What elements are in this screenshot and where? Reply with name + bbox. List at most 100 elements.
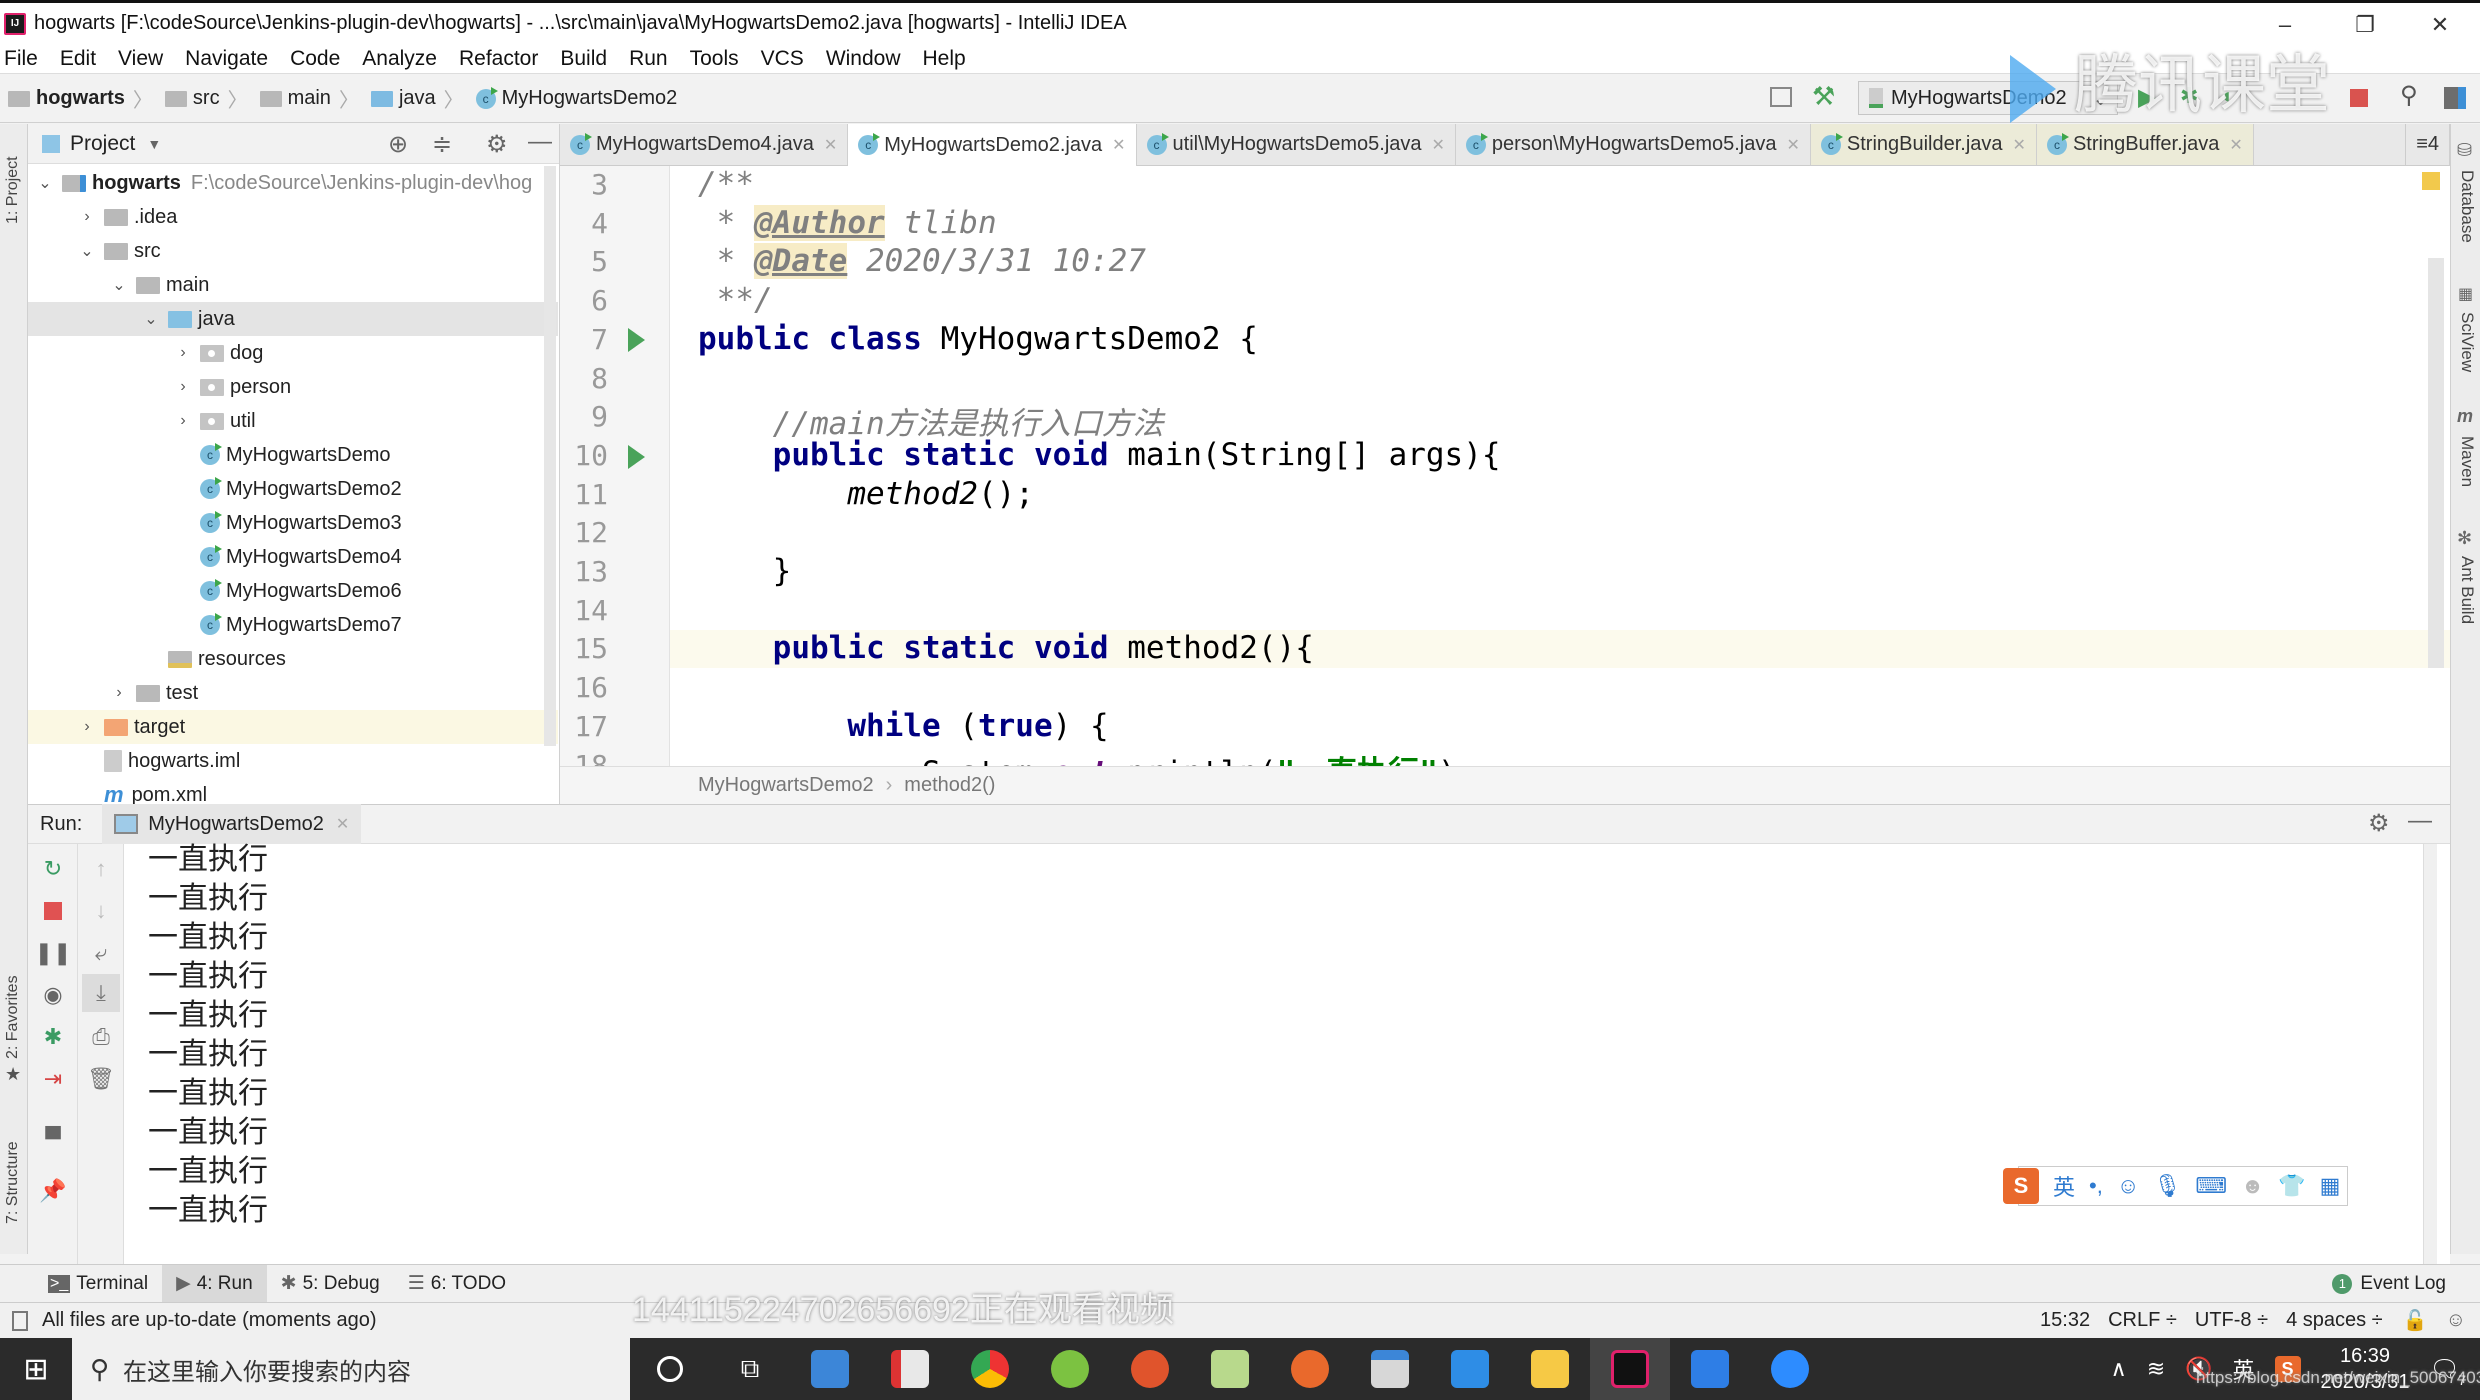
chevron-right-icon[interactable]: › [78,208,96,226]
chevron-down-icon[interactable]: ⌄ [110,275,128,295]
wifi-icon[interactable]: ≋ [2147,1356,2165,1382]
chrome-icon[interactable] [950,1338,1030,1400]
menu-navigate[interactable]: Navigate [185,47,268,71]
menu-refactor[interactable]: Refactor [459,47,538,71]
menu-build[interactable]: Build [560,47,607,71]
lock-icon[interactable]: 🔓 [2403,1308,2428,1333]
ime-toolbar[interactable]: S 英 •, ☺ 🎙 ⌨ ☻ 👕 ▦ [2003,1166,2348,1206]
breadcrumb-class[interactable]: c MyHogwartsDemo2 [475,86,677,110]
scroll-to-end-icon[interactable]: ⤓ [82,974,120,1012]
code-breadcrumb-class[interactable]: MyHogwartsDemo2 [698,774,874,797]
editor-tab-myhogwartsdemo4-java[interactable]: c MyHogwartsDemo4.java ✕ [560,124,849,165]
menu-edit[interactable]: Edit [60,47,96,71]
search-icon[interactable]: ⚲ [2400,81,2418,110]
tool-window-maven[interactable]: Maven [2457,436,2477,487]
close-tab-icon[interactable]: ✕ [824,135,837,155]
editor-tab-stringbuffer-java[interactable]: c StringBuffer.java ✕ [2036,124,2254,165]
emoji-icon[interactable]: ☺ [2117,1173,2139,1199]
tree-item-resources[interactable]: resources [28,642,558,676]
close-tab-icon[interactable]: ✕ [1112,135,1125,155]
tree-scrollbar[interactable] [544,166,556,746]
pause-icon[interactable]: ❚❚ [35,938,72,968]
caret-position[interactable]: 15:32 [2040,1309,2090,1332]
trash-icon[interactable]: 🗑 [86,1064,116,1094]
project-structure-icon[interactable] [2444,87,2466,109]
chevron-right-icon[interactable]: › [174,344,192,362]
tree-item-src[interactable]: ⌄ src [28,234,558,268]
ime-punctuation[interactable]: •, [2089,1173,2103,1199]
encoding-selector[interactable]: UTF-8 ÷ [2195,1309,2268,1332]
tree-item-hogwarts[interactable]: ⌄ hogwarts F:\codeSource\Jenkins-plugin-de… [28,166,558,200]
tree-item-myhogwartsdemo7[interactable]: c MyHogwartsDemo7 [28,608,558,642]
pin-icon[interactable]: 📌 [38,1176,68,1206]
menu-vcs[interactable]: VCS [761,47,804,71]
menu-analyze[interactable]: Analyze [362,47,437,71]
build-hammer-icon[interactable]: ⚒ [1812,81,1835,112]
tree-item--idea[interactable]: › .idea [28,200,558,234]
tree-item-myhogwartsdemo4[interactable]: c MyHogwartsDemo4 [28,540,558,574]
breadcrumb-hogwarts[interactable]: hogwarts 〉 [8,84,157,113]
line-separator-selector[interactable]: CRLF ÷ [2108,1309,2177,1332]
app-pin-icon[interactable] [1350,1338,1430,1400]
user-icon[interactable]: ☻ [2241,1173,2264,1199]
microphone-icon[interactable]: 🎙 [2153,1173,2181,1199]
layout-toggle-icon[interactable] [1770,87,1792,107]
tool-window-sciview[interactable]: SciView [2457,312,2477,372]
menu-code[interactable]: Code [290,47,340,71]
editor-tab-util-myhogwartsdemo5-java[interactable]: c util\MyHogwartsDemo5.java ✕ [1137,124,1456,165]
chevron-right-icon[interactable]: › [174,378,192,396]
caret-down-icon[interactable]: ▼ [147,136,161,152]
tree-item-myhogwartsdemo3[interactable]: c MyHogwartsDemo3 [28,506,558,540]
menu-run[interactable]: Run [629,47,668,71]
taskbar-search[interactable]: ⚲ 在这里输入你要搜索的内容 [72,1338,630,1400]
ubuntu-icon[interactable] [1270,1338,1350,1400]
collapse-all-icon[interactable]: ≑ [432,130,452,159]
camera-dump-threads-icon[interactable]: ◉ [38,980,68,1010]
tree-item-myhogwartsdemo2[interactable]: c MyHogwartsDemo2 [28,472,558,506]
stop-icon[interactable] [38,896,68,926]
tree-item-hogwarts-iml[interactable]: hogwarts.iml [28,744,558,778]
hide-panel-icon[interactable]: — [2408,807,2432,835]
close-tab-icon[interactable]: ✕ [2013,135,2026,155]
close-tab-icon[interactable]: ✕ [336,814,349,834]
status-toggle-icon[interactable] [12,1310,28,1331]
arrow-down-icon[interactable]: ↓ [86,896,116,926]
breadcrumb-main[interactable]: main 〉 [259,84,363,113]
inspector-icon[interactable]: ☺ [2446,1309,2466,1332]
tool-window-ant-build[interactable]: Ant Build [2457,556,2477,624]
menu-file[interactable]: File [4,47,38,71]
print-icon[interactable]: ⎙ [86,1022,116,1052]
breadcrumb-src[interactable]: src 〉 [164,84,252,113]
close-tab-icon[interactable]: ✕ [2229,135,2242,155]
run-main-gutter-icon[interactable] [628,445,645,469]
tree-item-test[interactable]: › test [28,676,558,710]
tree-item-util[interactable]: › util [28,404,558,438]
task-view-icon[interactable]: ⧉ [710,1338,790,1400]
code-breadcrumb-method[interactable]: method2() [904,774,995,797]
zoom-meeting-icon[interactable] [1750,1338,1830,1400]
gear-icon[interactable]: ⚙ [2368,809,2390,838]
file-explorer-icon[interactable] [1510,1338,1590,1400]
tool-window-structure[interactable]: 7: Structure [4,1141,22,1224]
editor-scrollbar[interactable] [2428,258,2444,668]
tray-expand-icon[interactable]: ∧ [2111,1356,2127,1382]
intellij-taskbar-icon[interactable] [1590,1338,1670,1400]
chevron-right-icon[interactable]: › [110,684,128,702]
wps-icon[interactable] [1670,1338,1750,1400]
menu-window[interactable]: Window [826,47,901,71]
editor-tab-stringbuilder-java[interactable]: c StringBuilder.java ✕ [1810,124,2037,165]
breadcrumb-java[interactable]: java 〉 [370,84,468,113]
app-green-icon[interactable] [1030,1338,1110,1400]
cortana-icon[interactable] [630,1338,710,1400]
chevron-down-icon[interactable]: ⌄ [36,173,54,193]
layout-icon[interactable]: ▀ [38,1124,68,1154]
close-tab-icon[interactable]: ✕ [1786,135,1799,155]
app-snail-icon[interactable] [1110,1338,1190,1400]
tree-item-target[interactable]: › target [28,710,558,744]
console-scrollbar[interactable] [2423,844,2437,1264]
stop-icon[interactable] [2350,89,2368,107]
chevron-right-icon[interactable]: › [174,412,192,430]
tab-overflow-button[interactable]: ≡4 [2405,124,2450,165]
tree-item-main[interactable]: ⌄ main [28,268,558,302]
project-view-selector[interactable]: Project [70,132,135,156]
